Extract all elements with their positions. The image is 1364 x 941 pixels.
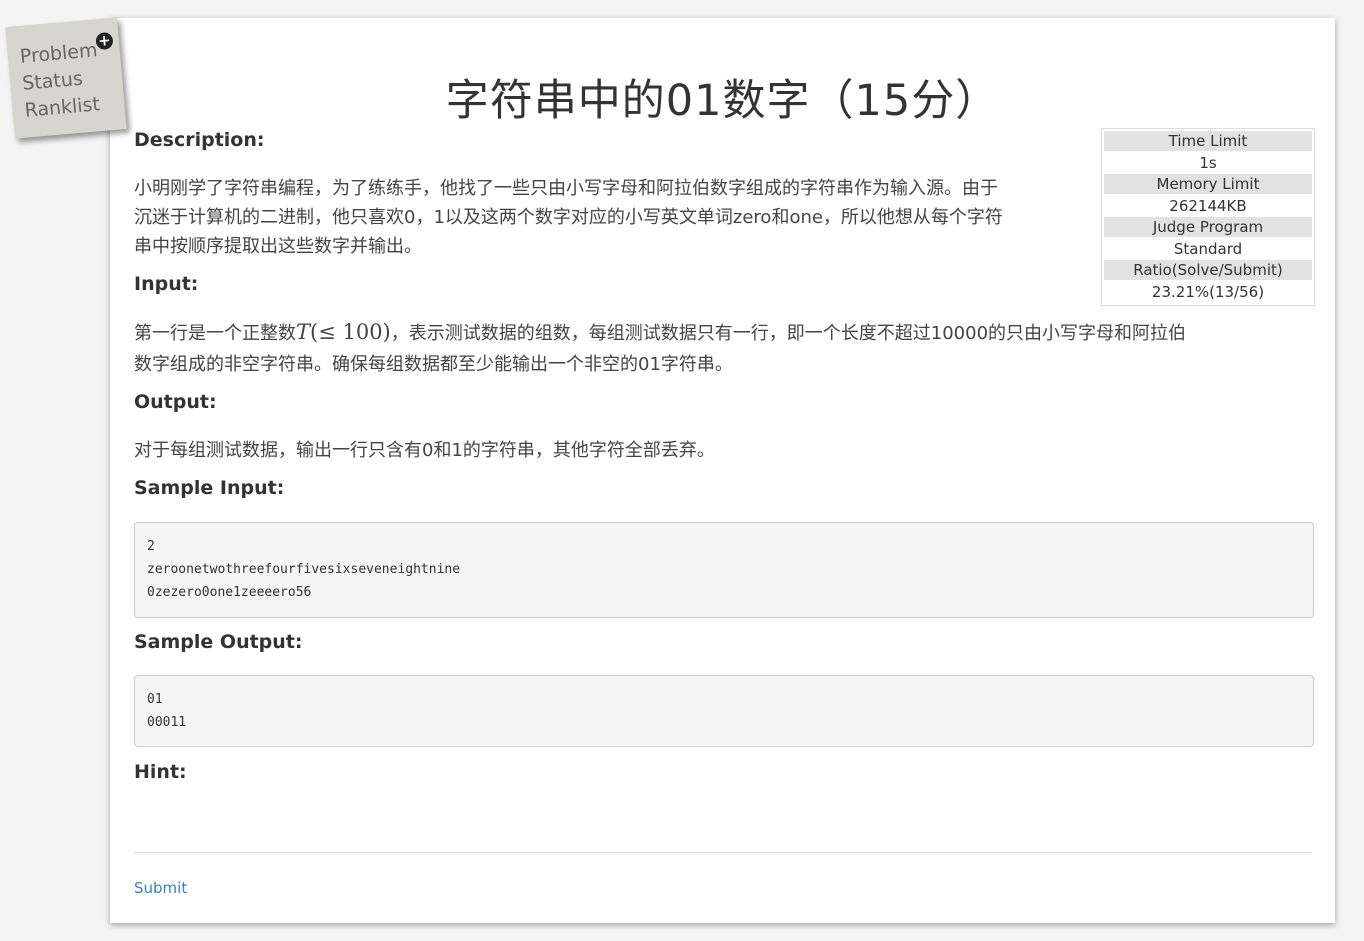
ratio-value: 23.21%(13/56) (1151, 283, 1265, 301)
memory-limit-label: Memory Limit (1104, 174, 1312, 194)
hint-heading: Hint: (134, 761, 187, 783)
input-heading: Input: (134, 273, 199, 295)
nav-item-ranklist[interactable]: Ranklist (24, 91, 104, 125)
input-text-pre: 第一行是一个正整数 (134, 323, 296, 344)
sample-output-line: 01 (147, 692, 163, 707)
limits-panel: Time Limit 1s Memory Limit 262144KB Judg… (1101, 128, 1315, 306)
input-line: 数字组成的非空字符串。确保每组数据都至少能输出一个非空的01字符串。 (134, 354, 733, 375)
sample-output-heading: Sample Output: (134, 631, 303, 653)
math-variable: T (296, 320, 311, 344)
output-heading: Output: (134, 391, 217, 413)
sample-input-heading: Sample Input: (134, 477, 285, 499)
problem-card: 字符串中的01数字（15分） Time Limit 1s Memory Limi… (110, 18, 1335, 923)
math-expression: T(≤ 100) (296, 320, 391, 344)
nav-menu: Problem Status Ranklist (9, 37, 103, 125)
description-text: 小明刚学了字符串编程，为了练练手，他找了一些只由小写字母和阿拉伯数字组成的字符串… (134, 174, 1003, 261)
description-line: 沉迷于计算机的二进制，他只喜欢0，1以及这两个数字对应的小写英文单词zero和o… (134, 207, 1003, 228)
divider (134, 852, 1312, 853)
sample-input-box: 2 zeroonetwothreefourfivesixseveneightnin… (134, 522, 1314, 618)
sample-input-line: 0zezero0one1zeeeero56 (147, 585, 312, 600)
plus-icon[interactable]: + (95, 31, 114, 51)
judge-program-label: Judge Program (1104, 217, 1312, 237)
description-line: 串中按顺序提取出这些数字并输出。 (134, 236, 422, 257)
submit-link[interactable]: Submit (134, 879, 187, 897)
output-text: 对于每组测试数据，输出一行只含有0和1的字符串，其他字符全部丢弃。 (134, 440, 715, 461)
input-text-post: ，表示测试数据的组数，每组测试数据只有一行，即一个长度不超过10000的只由小写… (390, 323, 1187, 344)
sample-output-line: 00011 (147, 715, 187, 730)
time-limit-value: 1s (1199, 154, 1217, 172)
page-title: 字符串中的01数字（15分） (445, 76, 1000, 126)
input-line: 第一行是一个正整数T(≤ 100)，表示测试数据的组数，每组测试数据只有一行，即… (134, 317, 1186, 349)
time-limit-label: Time Limit (1104, 131, 1312, 151)
sample-output-box: 01 00011 (134, 675, 1314, 747)
nav-sticky-note: + Problem Status Ranklist (5, 17, 127, 139)
math-constraint: (≤ 100) (310, 320, 391, 344)
input-text: 第一行是一个正整数T(≤ 100)，表示测试数据的组数，每组测试数据只有一行，即… (134, 317, 1186, 380)
memory-limit-value: 262144KB (1169, 197, 1247, 215)
sample-input-line: 2 (147, 539, 155, 554)
description-heading: Description: (134, 129, 265, 151)
ratio-label: Ratio(Solve/Submit) (1104, 260, 1312, 280)
sample-input-line: zeroonetwothreefourfivesixseveneightnine (147, 562, 461, 577)
judge-program-value: Standard (1173, 240, 1243, 258)
description-line: 小明刚学了字符串编程，为了练练手，他找了一些只由小写字母和阿拉伯数字组成的字符串… (134, 178, 998, 199)
